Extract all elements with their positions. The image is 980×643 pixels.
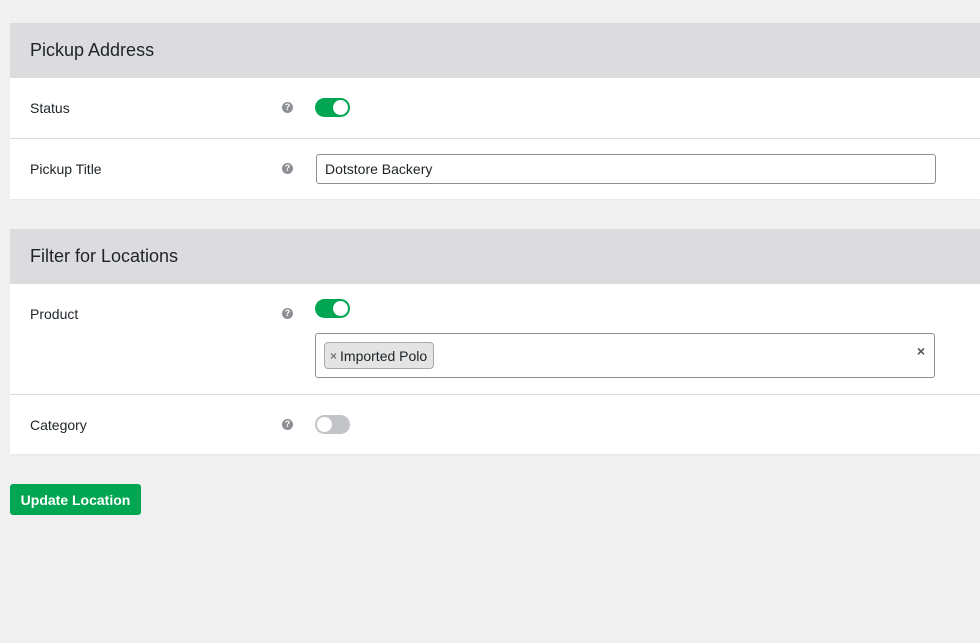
filter-locations-header: Filter for Locations: [10, 229, 980, 284]
status-label: Status: [30, 100, 70, 116]
close-icon[interactable]: ×: [330, 349, 337, 363]
help-icon[interactable]: ?: [282, 419, 293, 430]
category-toggle[interactable]: [315, 415, 350, 434]
filter-locations-panel: Filter for Locations Product ? × Importe…: [10, 229, 980, 454]
product-row: Product ? × Imported Polo ×: [10, 284, 980, 394]
filter-locations-title: Filter for Locations: [30, 246, 179, 266]
category-label: Category: [30, 417, 87, 433]
chip-label: Imported Polo: [340, 347, 428, 364]
update-location-button[interactable]: Update Location: [10, 484, 141, 515]
pickup-title-label: Pickup Title: [30, 161, 102, 177]
product-select[interactable]: × Imported Polo ×: [315, 333, 935, 378]
help-icon[interactable]: ?: [282, 163, 293, 174]
pickup-title-input[interactable]: [316, 154, 936, 184]
product-toggle[interactable]: [315, 299, 350, 318]
help-icon[interactable]: ?: [282, 102, 293, 113]
product-label: Product: [30, 306, 79, 322]
selected-product-chip: × Imported Polo: [324, 342, 435, 369]
pickup-address-title: Pickup Address: [30, 40, 155, 60]
pickup-title-row: Pickup Title ?: [10, 138, 980, 199]
status-toggle[interactable]: [315, 98, 350, 117]
clear-all-icon[interactable]: ×: [917, 343, 925, 359]
pickup-address-panel: Pickup Address Status ? Pickup Title ?: [10, 23, 980, 199]
category-row: Category ?: [10, 394, 980, 454]
status-row: Status ?: [10, 78, 980, 138]
help-icon[interactable]: ?: [282, 308, 293, 319]
pickup-address-header: Pickup Address: [10, 23, 980, 78]
